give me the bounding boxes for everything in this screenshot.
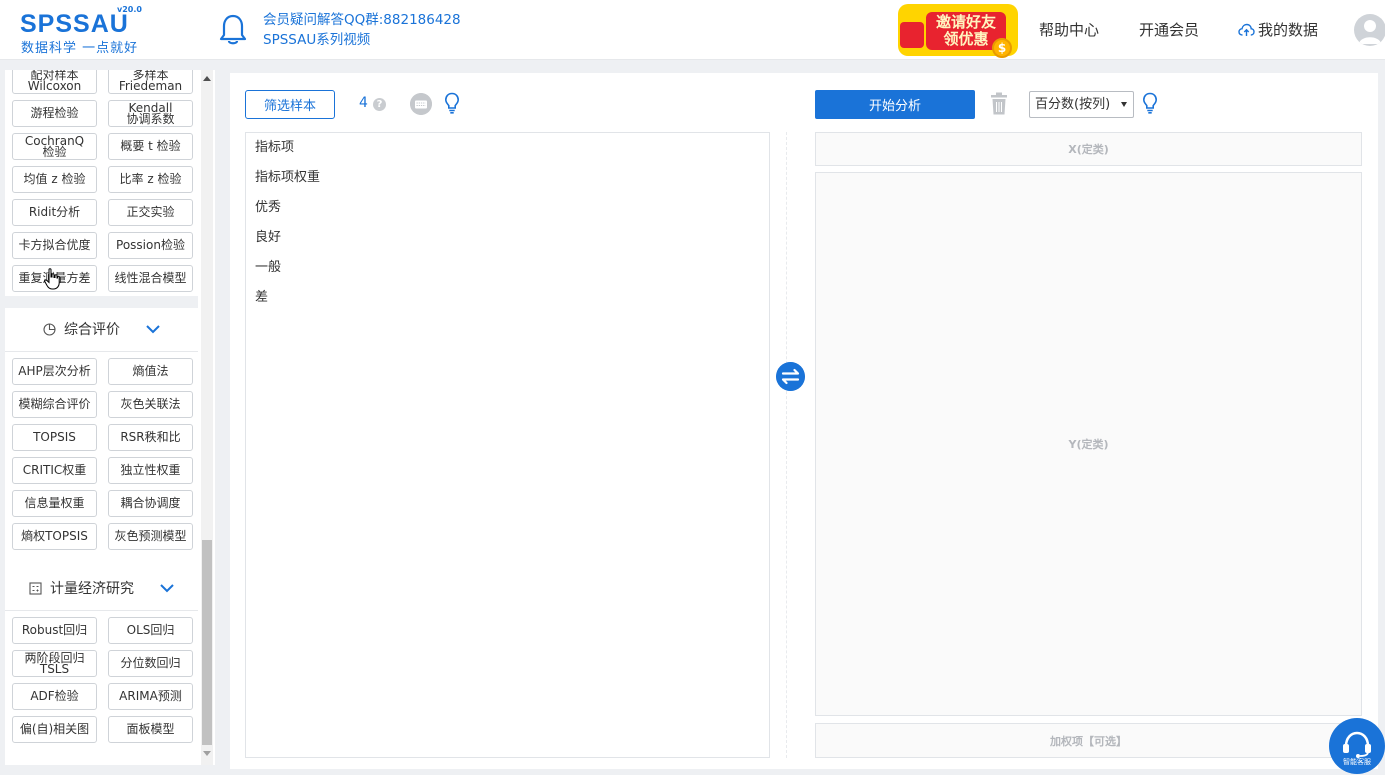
method-button-evaluation[interactable]: 模糊综合评价 (12, 391, 97, 418)
section-econometrics[interactable]: 计量经济研究 (5, 566, 198, 610)
nav-help-center[interactable]: 帮助中心 (1039, 20, 1099, 40)
variable-list: 指标项 指标项权重 优秀 良好 一般差 (245, 132, 770, 758)
logo-slogan: 数据科学 一点就好 (21, 41, 139, 56)
section-eval-label: 综合评价 (64, 322, 120, 338)
sidebar-scrollbar-thumb[interactable] (202, 540, 212, 745)
method-button-evaluation[interactable]: 灰色预测模型 (108, 523, 193, 550)
keyboard-icon[interactable] (410, 93, 432, 115)
method-button-evaluation[interactable]: 熵值法 (108, 358, 193, 385)
lightbulb-icon[interactable] (444, 92, 460, 114)
analysis-workspace: 筛选样本 4 ? 指标项 指标项权重 优秀 良好 一般差 开始分析 百分数(按列) X(… (230, 73, 1378, 769)
lightbulb-icon[interactable] (1142, 92, 1158, 114)
user-avatar[interactable] (1354, 14, 1385, 46)
notice-qq-group[interactable]: 会员疑问解答QQ群:882186428 (263, 10, 461, 30)
y-dropzone-label: Y(定类) (1068, 438, 1109, 451)
cloud-upload-icon (1238, 23, 1255, 36)
variable-item[interactable]: 指标项权重 (246, 163, 769, 193)
method-button-test[interactable]: CochranQ 检验 (12, 133, 97, 160)
method-button-econometrics[interactable]: 偏(自)相关图 (12, 716, 97, 743)
method-sidebar: 配对样本 Wilcoxon 多样本 Friedeman 游程检验 Kendall 协调… (5, 70, 215, 765)
dropdown-arrow-icon (1121, 102, 1127, 107)
method-button-test[interactable]: Possion检验 (108, 232, 193, 259)
method-button-test[interactable]: 概要 t 检验 (108, 133, 193, 160)
swap-arrows-icon[interactable] (776, 362, 805, 391)
trash-icon[interactable] (989, 92, 1009, 116)
variable-item[interactable]: 指标项 (246, 133, 769, 163)
filter-samples-button[interactable]: 筛选样本 (245, 90, 335, 119)
variable-item[interactable]: 良好 (246, 223, 769, 253)
method-button-evaluation[interactable]: 独立性权重 (108, 457, 193, 484)
method-button-evaluation[interactable]: 熵权TOPSIS (12, 523, 97, 550)
help-question-icon[interactable]: ? (373, 98, 386, 111)
top-header: SPSSAU v20.0 数据科学 一点就好 会员疑问解答QQ群:8821864… (0, 0, 1385, 60)
bell-icon[interactable] (218, 13, 248, 47)
method-button-econometrics[interactable]: Robust回归 (12, 617, 97, 644)
customer-service-label: 智能客服 (1343, 758, 1371, 766)
method-button-test[interactable]: 线性混合模型 (108, 265, 193, 292)
method-button-econometrics[interactable]: 分位数回归 (108, 650, 193, 677)
method-button-evaluation[interactable]: 耦合协调度 (108, 490, 193, 517)
scroll-down-arrow-icon[interactable] (203, 751, 211, 756)
method-button-econometrics[interactable]: 面板模型 (108, 716, 193, 743)
chevron-down-icon (160, 584, 174, 593)
method-button-evaluation[interactable]: 灰色关联法 (108, 391, 193, 418)
spssau-logo[interactable]: SPSSAU v20.0 数据科学 一点就好 (20, 5, 142, 56)
percent-mode-select[interactable]: 百分数(按列) (1029, 91, 1134, 118)
method-button-test[interactable]: Kendall 协调系数 (108, 100, 193, 127)
variable-item[interactable]: 一般 (246, 253, 769, 283)
method-button-test[interactable]: 比率 z 检验 (108, 166, 193, 193)
variable-item[interactable]: 差 (246, 283, 769, 313)
chevron-down-icon (146, 325, 160, 334)
start-analysis-button[interactable]: 开始分析 (815, 90, 975, 119)
method-button-test[interactable]: 多样本 Friedeman (108, 70, 193, 94)
method-button-econometrics[interactable]: ADF检验 (12, 683, 97, 710)
x-dropzone-label: X(定类) (1068, 143, 1109, 156)
method-button-test[interactable]: 配对样本 Wilcoxon (12, 70, 97, 94)
red-envelope-icon (900, 22, 924, 48)
nav-my-data[interactable]: 我的数据 (1238, 20, 1318, 40)
user-icon (1359, 20, 1381, 44)
weight-dropzone-label: 加权项【可选】 (1050, 734, 1127, 748)
logo-text: SPSSAU (20, 10, 129, 38)
hand-cursor-icon (44, 268, 60, 290)
method-button-econometrics[interactable]: OLS回归 (108, 617, 193, 644)
section-econ-label: 计量经济研究 (50, 581, 134, 597)
method-button-test[interactable]: 正交实验 (108, 199, 193, 226)
weight-variable-dropzone[interactable]: 加权项【可选】 (815, 723, 1362, 758)
method-button-test[interactable]: 卡方拟合优度 (12, 232, 97, 259)
notice-video-series[interactable]: SPSSAU系列视频 (263, 30, 461, 50)
sample-count: 4 (359, 95, 368, 111)
customer-service-button[interactable]: 智能客服 (1329, 718, 1385, 774)
section-comprehensive-eval[interactable]: 综合评价 (5, 307, 198, 351)
x-variable-dropzone[interactable]: X(定类) (815, 132, 1362, 166)
method-button-econometrics[interactable]: 两阶段回归 TSLS (12, 650, 97, 677)
method-button-evaluation[interactable]: 信息量权重 (12, 490, 97, 517)
nav-my-data-label: 我的数据 (1258, 21, 1319, 39)
coin-icon: $ (992, 38, 1012, 58)
method-button-test[interactable]: Ridit分析 (12, 199, 97, 226)
method-button-econometrics[interactable]: ARIMA预测 (108, 683, 193, 710)
logo-version: v20.0 (117, 5, 142, 14)
method-button-evaluation[interactable]: AHP层次分析 (12, 358, 97, 385)
nav-open-vip[interactable]: 开通会员 (1139, 20, 1199, 40)
y-variable-dropzone[interactable]: Y(定类) (815, 172, 1362, 716)
calculator-icon (29, 581, 42, 595)
method-button-test[interactable]: 游程检验 (12, 100, 97, 127)
scroll-up-arrow-icon[interactable] (203, 76, 211, 81)
method-button-evaluation[interactable]: TOPSIS (12, 424, 97, 451)
variable-item[interactable]: 优秀 (246, 193, 769, 223)
method-button-test[interactable]: 均值 z 检验 (12, 166, 97, 193)
invite-promo-banner[interactable]: 邀请好友 领优惠 $ (894, 2, 1022, 58)
method-button-evaluation[interactable]: CRITIC权重 (12, 457, 97, 484)
method-button-evaluation[interactable]: RSR秩和比 (108, 424, 193, 451)
percent-mode-value: 百分数(按列) (1035, 97, 1111, 112)
pie-chart-icon (43, 322, 56, 336)
notice-text[interactable]: 会员疑问解答QQ群:882186428 SPSSAU系列视频 (263, 10, 461, 50)
